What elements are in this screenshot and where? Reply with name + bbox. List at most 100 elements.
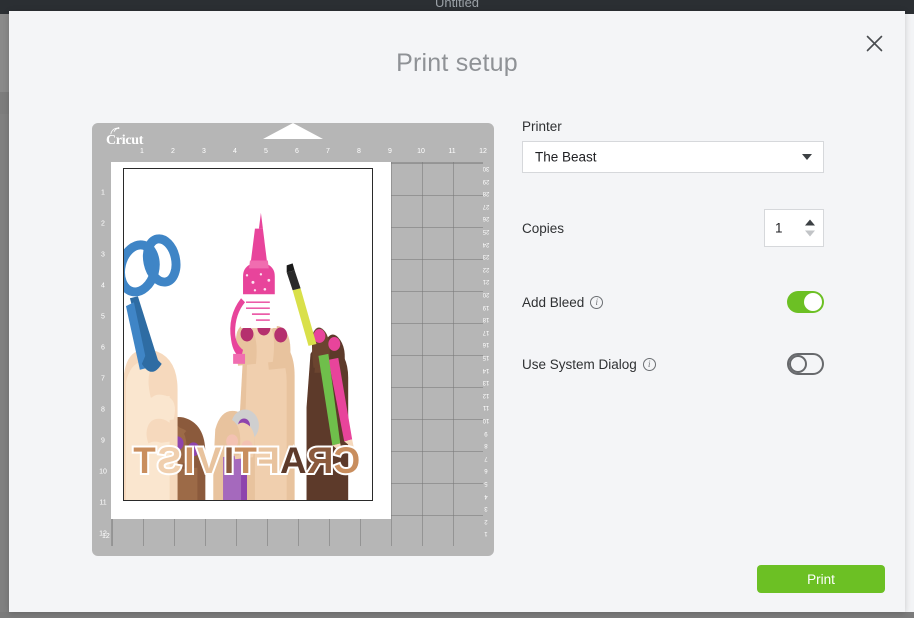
stepper-buttons — [805, 219, 815, 237]
cricut-sprout-icon — [110, 127, 120, 135]
ruler-tick-top: 8 — [357, 148, 361, 155]
sidebar-segment-top[interactable] — [0, 14, 9, 92]
svg-text:V: V — [196, 440, 221, 481]
ruler-tick-right: 24 — [482, 240, 490, 247]
svg-text:S: S — [158, 440, 182, 481]
add-bleed-toggle[interactable] — [787, 291, 824, 313]
svg-text:I: I — [224, 440, 234, 481]
printer-selected-value: The Beast — [535, 149, 597, 165]
ruler-tick-right: 9 — [484, 429, 488, 436]
stepper-increment-icon[interactable] — [805, 219, 815, 226]
toggle-knob — [789, 355, 807, 373]
copies-row: Copies 1 — [522, 209, 824, 247]
ruler-tick-right: 13 — [482, 379, 490, 386]
cricut-logo: Cricut — [106, 127, 144, 149]
ruler-tick-left: 7 — [101, 375, 105, 383]
ruler-tick-right: 8 — [484, 442, 488, 449]
app-title: Untitled — [434, 0, 480, 10]
ruler-tick-right: 17 — [482, 328, 490, 335]
cricut-mat: Cricut 1 2 3 4 5 6 7 8 9 10 11 12 1 2 3 4 5 6 7 8 9 10 11 12 3… — [92, 123, 494, 556]
ruler-corner-label: 12 — [102, 533, 110, 540]
copies-label: Copies — [522, 220, 565, 236]
ruler-tick-right: 4 — [484, 492, 488, 499]
svg-text:C: C — [334, 440, 360, 481]
ruler-tick-right: 15 — [482, 354, 490, 360]
print-preview-pane: Cricut 1 2 3 4 5 6 7 8 9 10 11 12 1 2 3 4 5 6 7 8 9 10 11 12 3… — [92, 113, 494, 556]
cricut-logo-text: Cricut — [106, 133, 144, 148]
ruler-top: 1 2 3 4 5 6 7 8 9 10 11 12 — [111, 148, 487, 162]
ruler-tick-right: 23 — [482, 253, 490, 260]
ruler-tick-right: 1 — [484, 530, 488, 537]
print-bounds: C R A F T I V I S T — [123, 168, 373, 501]
use-system-dialog-toggle[interactable] — [787, 353, 824, 375]
ruler-tick-right: 7 — [484, 454, 488, 461]
add-bleed-row: Add Bleed i — [522, 289, 824, 315]
page-title: Print setup — [396, 49, 518, 77]
ruler-tick-left: 5 — [101, 313, 105, 321]
svg-text:T: T — [133, 440, 156, 481]
ruler-tick-right: 18 — [482, 316, 490, 323]
copies-stepper[interactable]: 1 — [764, 209, 824, 247]
print-button[interactable]: Print — [757, 565, 885, 593]
ruler-tick-left: 8 — [101, 406, 105, 414]
ruler-tick-right: 20 — [482, 291, 490, 297]
ruler-tick-right: 22 — [482, 265, 490, 272]
ruler-tick-right: 29 — [482, 177, 490, 184]
ruler-tick-top: 2 — [171, 148, 175, 155]
print-setup-screen: Untitled Print setup Cricut 123456 7 8 9… — [0, 0, 914, 618]
ruler-left: 1 2 3 4 5 6 7 8 9 10 11 12 — [96, 162, 110, 546]
printer-select[interactable]: The Beast — [522, 141, 824, 173]
ruler-tick-left: 9 — [101, 437, 105, 445]
ruler-tick-right: 27 — [482, 202, 490, 209]
ruler-tick-left: 3 — [101, 251, 105, 259]
stepper-decrement-icon[interactable] — [805, 230, 815, 237]
ruler-tick-top: 4 — [233, 148, 237, 155]
use-system-dialog-label: Use System Dialog — [522, 356, 637, 372]
printer-label: Printer — [522, 119, 562, 134]
use-system-dialog-label-group: Use System Dialog i — [522, 357, 656, 372]
ruler-tick-top: 3 — [202, 148, 206, 155]
info-icon[interactable]: i — [590, 295, 604, 309]
ruler-tick-right: 5 — [484, 480, 488, 486]
app-bottom-bar — [0, 612, 914, 618]
artwork-craftivist: C R A F T I V I S T — [124, 169, 372, 500]
copies-value: 1 — [775, 220, 783, 236]
ruler-tick-right: 28 — [482, 190, 490, 197]
ruler-tick-right: 2 — [484, 517, 488, 524]
ruler-tick-left: 4 — [101, 282, 105, 290]
svg-text:F: F — [258, 440, 280, 481]
ruler-tick-left: 6 — [101, 344, 105, 352]
paper-sheet: C R A F T I V I S T — [111, 162, 391, 519]
sidebar-segment-second[interactable] — [0, 92, 9, 114]
ruler-tick-top: 11 — [448, 148, 456, 155]
svg-text:A: A — [281, 440, 307, 481]
ruler-tick-top: 10 — [417, 148, 425, 155]
ruler-tick-top: 9 — [388, 148, 392, 155]
info-icon[interactable]: i — [642, 357, 656, 371]
ruler-tick-top: 5 — [264, 148, 268, 155]
ruler-tick-right: 25 — [482, 228, 490, 234]
ruler-tick-right: 14 — [482, 366, 490, 373]
ruler-tick-right: 21 — [482, 278, 490, 285]
add-bleed-label-group: Add Bleed i — [522, 295, 604, 310]
mat-notch — [263, 123, 323, 139]
chevron-down-icon[interactable] — [802, 154, 812, 160]
ruler-tick-top: 1 — [140, 148, 144, 155]
ruler-tick-left: 11 — [99, 499, 107, 507]
ruler-tick-right: 6 — [484, 467, 488, 474]
print-settings-form: Printer The Beast Copies 1 Add Bleed i U… — [522, 119, 842, 377]
ruler-tick-top: 12 — [479, 148, 487, 155]
ruler-tick-right: 30 — [482, 165, 490, 171]
ruler-tick-right: 26 — [482, 215, 490, 222]
ruler-tick-right: 10 — [482, 417, 490, 423]
svg-text:T: T — [234, 440, 257, 481]
ruler-tick-left: 1 — [101, 189, 105, 197]
ruler-tick-right: 19 — [482, 303, 490, 310]
ruler-tick-top: 7 — [326, 148, 330, 155]
ruler-tick-right: 16 — [482, 341, 490, 348]
toggle-knob — [804, 293, 822, 311]
svg-text:I: I — [185, 440, 195, 481]
ruler-tick-top: 6 — [295, 148, 299, 155]
ruler-tick-left: 10 — [99, 468, 107, 476]
ruler-tick-right: 12 — [482, 391, 490, 398]
